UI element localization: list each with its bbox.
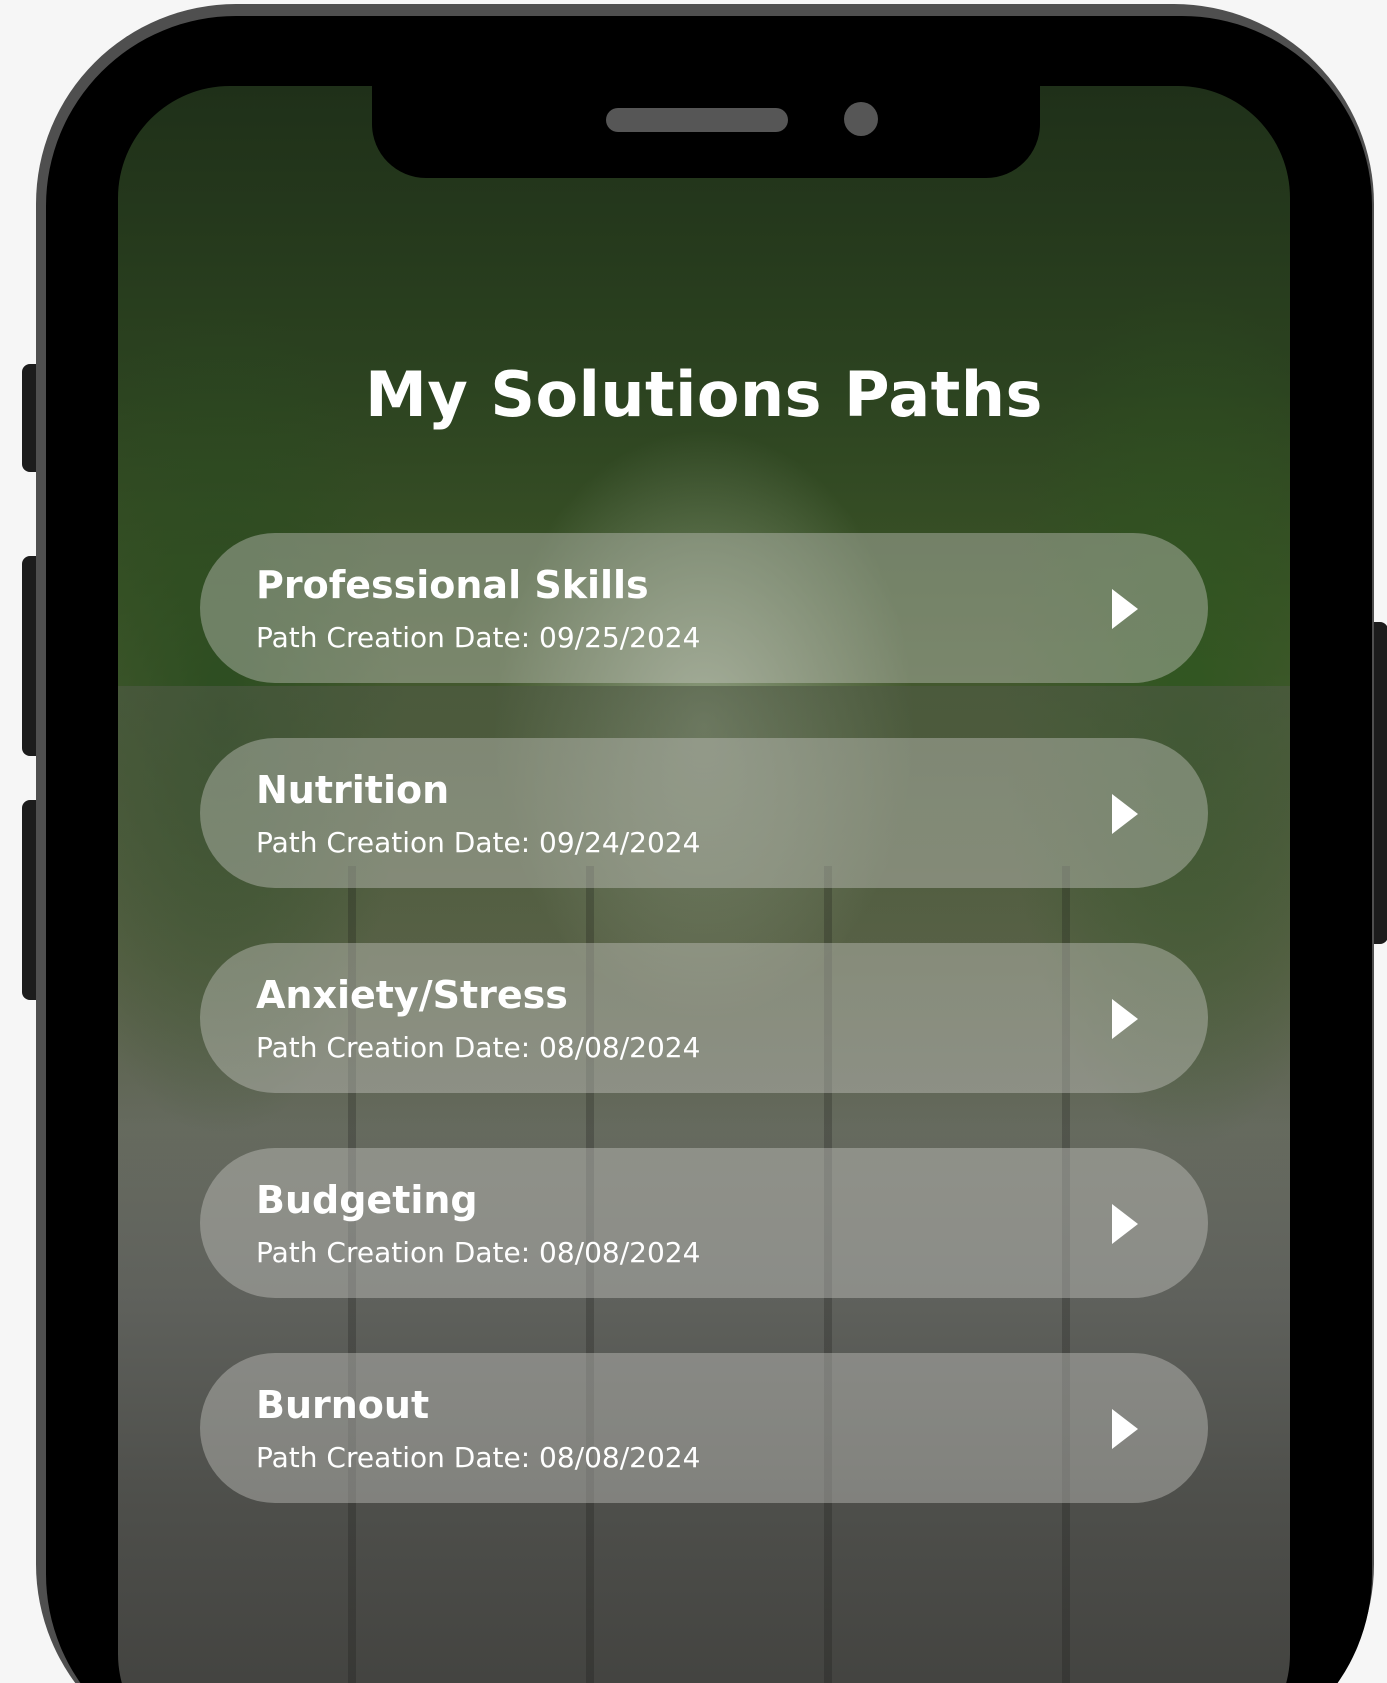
path-name: Anxiety/Stress	[256, 973, 568, 1017]
device-mockup: My Solutions Paths Professional Skills P…	[0, 0, 1387, 1683]
path-name: Nutrition	[256, 768, 450, 812]
front-camera	[844, 102, 878, 136]
path-creation-date: Path Creation Date: 09/25/2024	[256, 621, 701, 654]
speaker-grille	[606, 108, 788, 132]
path-name: Burnout	[256, 1383, 430, 1427]
path-card-budgeting[interactable]: Budgeting Path Creation Date: 08/08/2024	[200, 1148, 1208, 1298]
path-creation-date: Path Creation Date: 09/24/2024	[256, 826, 701, 859]
path-name: Budgeting	[256, 1178, 478, 1222]
path-card-nutrition[interactable]: Nutrition Path Creation Date: 09/24/2024	[200, 738, 1208, 888]
play-arrow-icon[interactable]	[1112, 1204, 1138, 1244]
path-card-anxiety-stress[interactable]: Anxiety/Stress Path Creation Date: 08/08…	[200, 943, 1208, 1093]
play-arrow-icon[interactable]	[1112, 1409, 1138, 1449]
path-creation-date: Path Creation Date: 08/08/2024	[256, 1031, 701, 1064]
play-arrow-icon[interactable]	[1112, 794, 1138, 834]
path-card-burnout[interactable]: Burnout Path Creation Date: 08/08/2024	[200, 1353, 1208, 1503]
notch	[372, 86, 1040, 178]
play-arrow-icon[interactable]	[1112, 999, 1138, 1039]
play-arrow-icon[interactable]	[1112, 589, 1138, 629]
path-name: Professional Skills	[256, 563, 649, 607]
path-creation-date: Path Creation Date: 08/08/2024	[256, 1236, 701, 1269]
page-title: My Solutions Paths	[365, 358, 1043, 431]
solution-path-list: Professional Skills Path Creation Date: …	[200, 533, 1208, 1558]
path-creation-date: Path Creation Date: 08/08/2024	[256, 1441, 701, 1474]
path-card-professional-skills[interactable]: Professional Skills Path Creation Date: …	[200, 533, 1208, 683]
